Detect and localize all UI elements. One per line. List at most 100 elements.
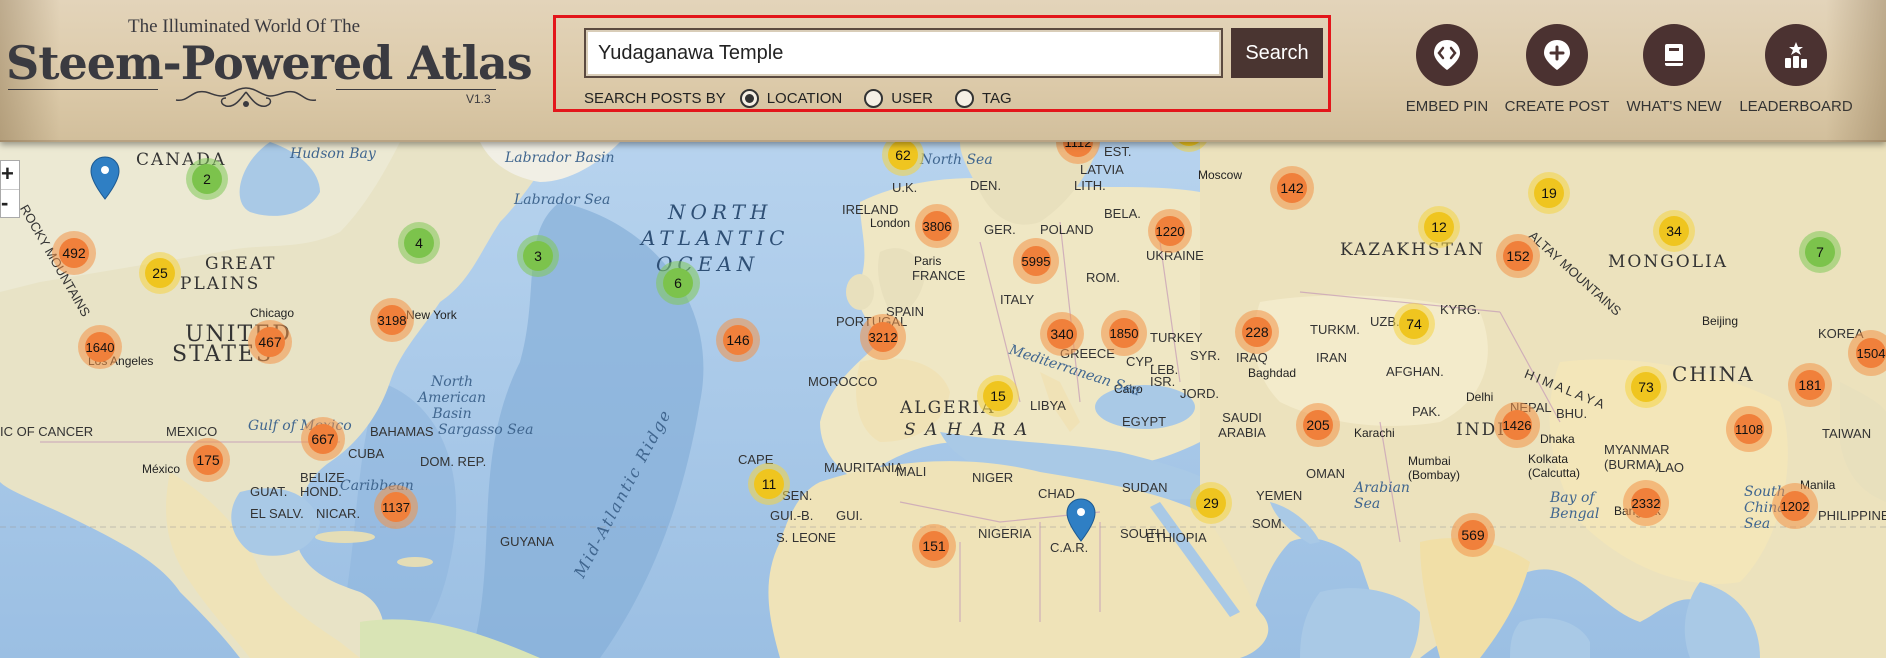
label-arabian-sea: Arabian Sea bbox=[1354, 480, 1410, 512]
marker-cluster[interactable]: 6 bbox=[656, 261, 700, 305]
radio-location-dot[interactable] bbox=[739, 88, 759, 108]
marker-cluster[interactable]: 2 bbox=[186, 158, 228, 200]
marker-cluster[interactable]: 25 bbox=[139, 252, 181, 294]
map-pin-icon[interactable] bbox=[90, 156, 120, 200]
marker-cluster-count: 3806 bbox=[922, 211, 952, 241]
marker-cluster[interactable]: 146 bbox=[716, 318, 760, 362]
label-north: NORTH bbox=[668, 200, 773, 224]
marker-cluster-count: 3198 bbox=[377, 305, 407, 335]
label-labrador-sea: Labrador Sea bbox=[514, 192, 611, 208]
label-hudson-bay: Hudson Bay bbox=[290, 146, 376, 162]
radio-tag[interactable]: TAG bbox=[954, 88, 1012, 108]
label-delhi: Delhi bbox=[1466, 390, 1494, 404]
label-lao: LAO bbox=[1658, 460, 1685, 475]
marker-cluster[interactable]: 7 bbox=[1799, 231, 1841, 273]
radio-location[interactable]: LOCATION bbox=[739, 88, 843, 108]
label-lith: LITH. bbox=[1074, 178, 1106, 193]
marker-cluster-count: 2332 bbox=[1631, 488, 1661, 518]
world-map[interactable]: CANADA Hudson Bay Labrador Basin Labrado… bbox=[0, 142, 1886, 658]
marker-cluster[interactable]: 1426 bbox=[1494, 402, 1540, 448]
label-den: DEN. bbox=[970, 178, 1002, 193]
marker-cluster[interactable]: 1108 bbox=[1726, 406, 1772, 452]
label-oman: OMAN bbox=[1306, 466, 1345, 481]
marker-cluster-count: 11 bbox=[754, 469, 784, 499]
search-button[interactable]: Search bbox=[1231, 28, 1323, 78]
marker-cluster-count: 146 bbox=[723, 325, 753, 355]
zoom-out-button[interactable]: - bbox=[1, 189, 19, 217]
marker-cluster[interactable]: 4 bbox=[398, 222, 440, 264]
marker-cluster[interactable]: 19 bbox=[1528, 172, 1570, 214]
radio-tag-dot[interactable] bbox=[954, 88, 974, 108]
label-turkey: TURKEY bbox=[1150, 330, 1203, 345]
marker-cluster-count: 1108 bbox=[1734, 414, 1764, 444]
site-logo[interactable]: The Illuminated World Of The Steem-Power… bbox=[6, 12, 533, 122]
marker-cluster[interactable]: 667 bbox=[301, 417, 345, 461]
marker-cluster[interactable]: 73 bbox=[1625, 366, 1667, 408]
marker-cluster[interactable]: 1504 bbox=[1848, 330, 1886, 376]
marker-cluster[interactable]: 181 bbox=[1788, 363, 1832, 407]
marker-cluster[interactable]: 142 bbox=[1270, 166, 1314, 210]
search-input[interactable] bbox=[584, 28, 1223, 78]
radio-user[interactable]: USER bbox=[864, 88, 933, 108]
marker-cluster[interactable]: 175 bbox=[186, 438, 230, 482]
logo-rule-right bbox=[336, 89, 496, 90]
marker-cluster-count: 25 bbox=[145, 258, 175, 288]
marker-cluster[interactable]: 3212 bbox=[860, 314, 906, 360]
radio-user-dot[interactable] bbox=[864, 88, 884, 108]
logo-ornament-icon bbox=[175, 87, 317, 108]
marker-cluster[interactable]: 467 bbox=[248, 320, 292, 364]
label-turkm: TURKM. bbox=[1310, 322, 1360, 337]
marker-cluster[interactable]: 11 bbox=[748, 463, 790, 505]
marker-cluster-count: 2 bbox=[192, 164, 222, 194]
zoom-in-button[interactable]: + bbox=[1, 161, 19, 189]
marker-cluster[interactable]: 3 bbox=[517, 235, 559, 277]
marker-cluster[interactable]: 228 bbox=[1235, 310, 1279, 354]
label-baghdad: Baghdad bbox=[1248, 366, 1297, 380]
label-jord: JORD. bbox=[1180, 386, 1219, 401]
marker-cluster[interactable]: 2332 bbox=[1623, 480, 1669, 526]
map-pin-icon[interactable] bbox=[1066, 498, 1096, 542]
label-saudi-arabia: SAUDI ARABIA bbox=[1218, 410, 1266, 440]
label-karachi: Karachi bbox=[1354, 426, 1395, 440]
marker-cluster[interactable]: 1202 bbox=[1772, 483, 1818, 529]
label-nicar: NICAR. bbox=[316, 506, 361, 521]
label-libya: LIBYA bbox=[1030, 398, 1066, 413]
marker-cluster[interactable]: 5995 bbox=[1013, 238, 1059, 284]
leaderboard-button[interactable]: LEADERBOARD bbox=[1721, 24, 1871, 115]
marker-cluster-count: 1640 bbox=[85, 332, 115, 362]
marker-cluster[interactable]: 151 bbox=[912, 524, 956, 568]
label-uk: U.K. bbox=[892, 180, 918, 195]
marker-cluster[interactable]: 15 bbox=[977, 375, 1019, 417]
marker-cluster[interactable]: 12 bbox=[1418, 206, 1460, 248]
marker-cluster[interactable]: 492 bbox=[52, 231, 96, 275]
label-afghan: AFGHAN. bbox=[1386, 364, 1444, 379]
marker-cluster[interactable]: 74 bbox=[1393, 303, 1435, 345]
label-taiwan: TAIWAN bbox=[1822, 426, 1872, 441]
marker-cluster[interactable]: 1640 bbox=[78, 325, 122, 369]
marker-cluster-count: 12 bbox=[1424, 212, 1454, 242]
search-by-label: SEARCH POSTS BY bbox=[584, 89, 726, 107]
label-mexico: MEXICO bbox=[166, 424, 218, 439]
marker-cluster[interactable]: 1220 bbox=[1148, 209, 1192, 253]
label-belize: BELIZE bbox=[300, 470, 345, 485]
marker-cluster[interactable]: 1137 bbox=[374, 485, 418, 529]
marker-cluster[interactable]: 569 bbox=[1451, 513, 1495, 557]
marker-cluster[interactable]: 152 bbox=[1496, 234, 1540, 278]
label-north-american-basin: North American Basin bbox=[417, 374, 487, 422]
marker-cluster[interactable]: 205 bbox=[1296, 403, 1340, 447]
marker-cluster[interactable]: 1850 bbox=[1101, 310, 1147, 356]
marker-cluster[interactable]: 29 bbox=[1190, 482, 1232, 524]
radio-location-label: LOCATION bbox=[766, 89, 843, 107]
marker-cluster[interactable]: 340 bbox=[1040, 312, 1084, 356]
marker-cluster[interactable]: 34 bbox=[1653, 210, 1695, 252]
marker-cluster[interactable]: 3198 bbox=[370, 298, 414, 342]
marker-cluster-count: 29 bbox=[1196, 488, 1226, 518]
marker-cluster-count: 1426 bbox=[1502, 410, 1532, 440]
marker-cluster-count: 6 bbox=[663, 268, 693, 298]
marker-cluster-count: 340 bbox=[1047, 319, 1077, 349]
marker-cluster[interactable]: 3806 bbox=[915, 204, 959, 248]
label-dom-rep: DOM. REP. bbox=[420, 454, 487, 469]
create-post-icon bbox=[1526, 24, 1588, 86]
label-hond: HOND. bbox=[300, 484, 342, 499]
marker-cluster-count: 62 bbox=[888, 142, 918, 170]
